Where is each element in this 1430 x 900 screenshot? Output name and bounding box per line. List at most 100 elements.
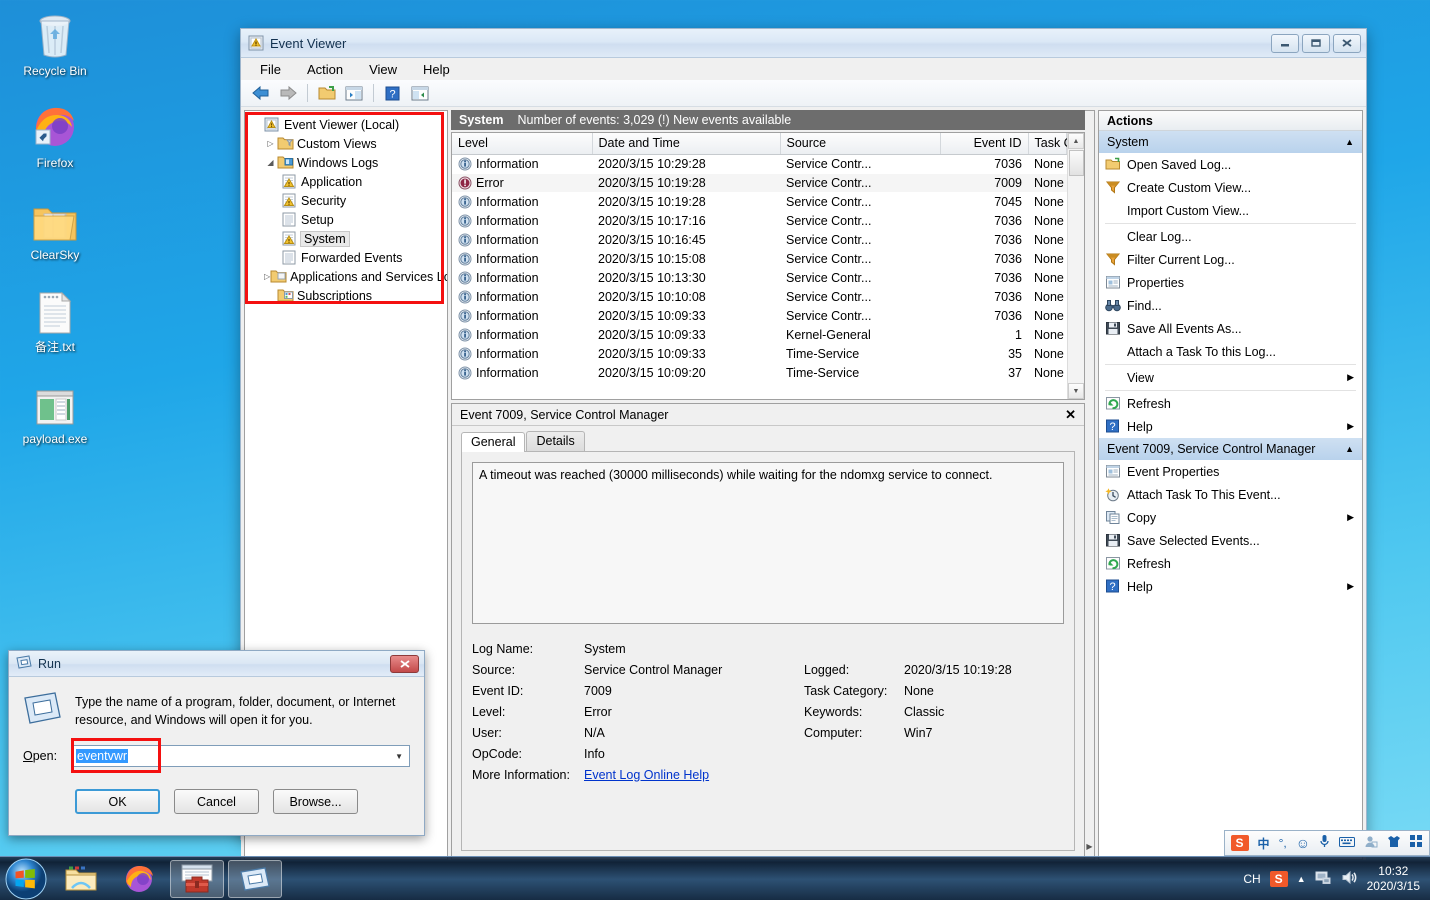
minimize-button[interactable] [1271,33,1299,53]
table-row[interactable]: Information 2020/3/15 10:09:20 Time-Servic… [452,363,1067,382]
scroll-down-button[interactable]: ▼ [1068,383,1084,399]
tree-item-system[interactable]: System [247,229,447,248]
tree-item-forwarded-events[interactable]: Forwarded Events [247,248,447,267]
table-row[interactable]: Information 2020/3/15 10:09:33 Kernel-Gene… [452,325,1067,344]
mic-icon[interactable] [1319,834,1330,852]
run-dialog-titlebar[interactable]: Run [9,651,424,677]
cancel-button[interactable]: Cancel [174,789,259,814]
event-list-scrollbar[interactable]: ▲ ▼ [1067,133,1084,399]
actions-group-header[interactable]: Event 7009, Service Control Manager ▲ [1099,438,1362,460]
emoji-icon[interactable]: ☺ [1296,835,1310,851]
action-item-copy[interactable]: Copy ▶ [1099,506,1362,529]
pane-collapse-handle[interactable]: ▶ [1085,110,1095,860]
action-item-refresh[interactable]: Refresh [1099,392,1362,415]
chevron-down-icon[interactable]: ▼ [395,752,403,761]
taskbar-run-button[interactable] [228,859,282,898]
desktop-icon-firefox[interactable]: Firefox [0,100,110,170]
action-item-help[interactable]: ? Help ▶ [1099,575,1362,598]
event-log-online-help-link[interactable]: Event Log Online Help [584,768,709,782]
tree-item-setup[interactable]: Setup [247,210,447,229]
keyboard-icon[interactable] [1339,836,1355,851]
action-item-attach-a-task-to-this-log[interactable]: Attach a Task To this Log... [1099,340,1362,363]
ime-mode-label[interactable]: 中 [1258,835,1270,852]
table-row[interactable]: Error 2020/3/15 10:19:28 Service Contr... 7… [452,173,1067,192]
scroll-up-button[interactable]: ▲ [1068,133,1084,149]
action-item-event-properties[interactable]: Event Properties [1099,460,1362,483]
table-row[interactable]: Information 2020/3/15 10:09:33 Time-Servic… [452,344,1067,363]
network-icon[interactable] [1315,870,1332,888]
action-item-refresh[interactable]: Refresh [1099,552,1362,575]
tree-item-subscriptions[interactable]: Subscriptions [247,286,447,305]
close-icon[interactable]: ✕ [1065,407,1076,423]
tray-language-label[interactable]: CH [1243,872,1260,886]
table-row[interactable]: Information 2020/3/15 10:13:30 Service Con… [452,268,1067,287]
tab-general[interactable]: General [461,432,526,452]
action-item-find[interactable]: Find... [1099,294,1362,317]
tree-expander[interactable]: ▷ [264,139,277,148]
table-row[interactable]: Information 2020/3/15 10:29:28 Service Con… [452,154,1067,173]
column-header-task-category[interactable]: Task Category [1028,133,1067,155]
tray-ime-icon[interactable]: S [1269,870,1288,887]
desktop-icon-recycle-bin[interactable]: Recycle Bin [0,8,110,78]
actions-group-header[interactable]: System ▲ [1099,131,1362,153]
table-row[interactable]: Information 2020/3/15 10:15:08 Service Con… [452,249,1067,268]
tree-item-event-viewer-local[interactable]: Event Viewer (Local) [247,115,447,134]
desktop-icon-clearsky[interactable]: ClearSky [0,192,110,262]
tree-item-custom-views[interactable]: ▷ Custom Views [247,134,447,153]
action-item-save-selected-events[interactable]: Save Selected Events... [1099,529,1362,552]
collapse-icon[interactable]: ▲ [1345,137,1354,147]
tree-item-applications-and-services-logs[interactable]: ▷ Applications and Services Lo [247,267,447,286]
ime-punctuation-icon[interactable]: °, [1279,836,1287,850]
taskbar-toolbox-button[interactable] [170,859,224,898]
maximize-button[interactable] [1302,33,1330,53]
column-header-source[interactable]: Source [780,133,941,155]
desktop-icon-notes-txt[interactable]: 备注.txt [0,284,110,354]
help-icon[interactable]: ? [381,82,405,105]
open-folder-icon[interactable] [315,82,339,105]
ok-button[interactable]: OK [75,789,160,814]
scroll-thumb[interactable] [1068,150,1084,176]
tab-details[interactable]: Details [526,431,585,451]
column-header-level[interactable]: Level [452,133,593,155]
browse-button[interactable]: Browse... [273,789,358,814]
table-row[interactable]: Information 2020/3/15 10:16:45 Service Con… [452,230,1067,249]
skin-icon[interactable] [1387,835,1401,851]
event-viewer-titlebar[interactable]: Event Viewer [241,29,1366,58]
menu-file[interactable]: File [257,61,284,78]
column-header-event-id[interactable]: Event ID [940,133,1029,155]
action-item-view[interactable]: View ▶ [1099,366,1362,389]
action-item-properties[interactable]: Properties [1099,271,1362,294]
apps-icon[interactable] [1410,835,1423,851]
tree-expander[interactable]: ◢ [264,158,277,167]
menu-help[interactable]: Help [420,61,453,78]
action-item-attach-task-to-this-event[interactable]: Attach Task To This Event... [1099,483,1362,506]
table-row[interactable]: Information 2020/3/15 10:17:16 Service Con… [452,211,1067,230]
menu-view[interactable]: View [366,61,400,78]
taskbar-explorer-button[interactable] [54,860,108,898]
sogou-logo-icon[interactable]: S [1230,835,1249,851]
taskbar-firefox-button[interactable] [112,860,166,898]
desktop-icon-payload-exe[interactable]: payload.exe [0,376,110,446]
volume-icon[interactable] [1341,870,1358,888]
close-button[interactable] [390,654,419,673]
tree-item-application[interactable]: Application [247,172,447,191]
action-item-clear-log[interactable]: Clear Log... [1099,225,1362,248]
tray-show-hidden-icons-button[interactable]: ▲ [1297,874,1306,884]
show-action-pane-icon[interactable] [408,82,432,105]
action-item-open-saved-log[interactable]: Open Saved Log... [1099,153,1362,176]
action-item-filter-current-log[interactable]: Filter Current Log... [1099,248,1362,271]
clock[interactable]: 10:32 2020/3/15 [1367,864,1420,894]
back-arrow-icon[interactable] [249,82,273,105]
start-button[interactable] [2,858,50,899]
forward-arrow-icon[interactable] [276,82,300,105]
run-command-input[interactable]: eventvwr ▼ [71,745,410,767]
action-item-help[interactable]: ? Help ▶ [1099,415,1362,438]
user-icon[interactable] [1364,835,1378,851]
collapse-icon[interactable]: ▲ [1345,444,1354,454]
column-header-date-time[interactable]: Date and Time [592,133,781,155]
tree-item-windows-logs[interactable]: ◢ Windows Logs [247,153,447,172]
close-button[interactable] [1333,33,1361,53]
action-item-create-custom-view[interactable]: Create Custom View... [1099,176,1362,199]
table-row[interactable]: Information 2020/3/15 10:19:28 Service Con… [452,192,1067,211]
action-item-save-all-events-as[interactable]: Save All Events As... [1099,317,1362,340]
